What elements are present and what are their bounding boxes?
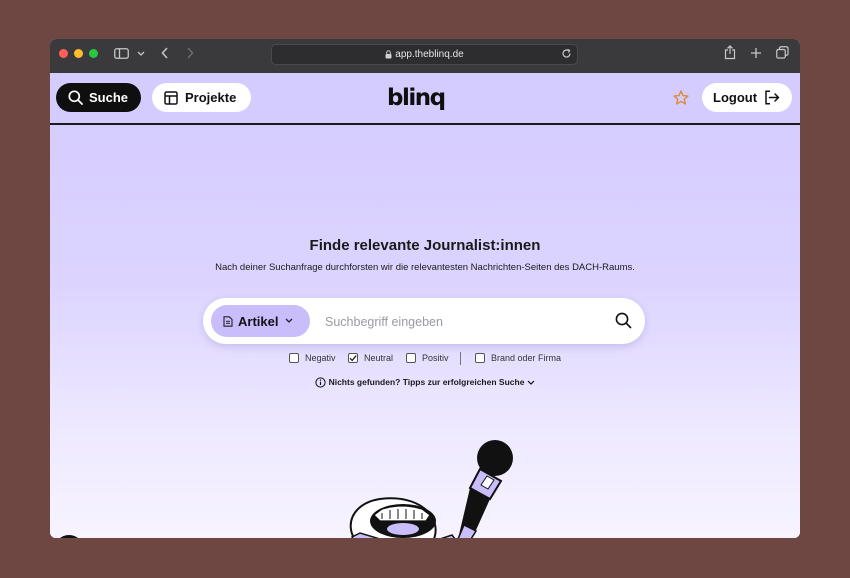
sentiment-filters: Negativ Neutral Positiv Brand oder Firma	[50, 352, 800, 366]
app-header: Suche Projekte blinq Logout	[50, 73, 800, 125]
filter-divider	[460, 352, 461, 365]
browser-window: app.theblinq.de Suche Projekte blinq Log…	[50, 39, 800, 538]
search-input[interactable]	[323, 311, 607, 333]
filter-brand-checkbox[interactable]	[475, 353, 485, 363]
search-nav-label: Suche	[89, 90, 129, 105]
new-tab-icon[interactable]	[750, 47, 762, 59]
reload-icon[interactable]	[561, 48, 572, 59]
star-icon[interactable]	[673, 90, 689, 105]
search-icon	[68, 90, 83, 105]
minimize-window-button[interactable]	[74, 49, 83, 58]
filter-negative-checkbox[interactable]	[289, 353, 299, 363]
search-type-dropdown[interactable]: Artikel	[211, 305, 310, 337]
hero-subtitle: Nach deiner Suchanfrage durchforsten wir…	[215, 262, 635, 273]
url-text: app.theblinq.de	[395, 49, 464, 60]
browser-toolbar: app.theblinq.de	[50, 39, 800, 73]
search-submit-icon[interactable]	[615, 312, 632, 329]
share-icon[interactable]	[724, 45, 736, 60]
search-tips-toggle[interactable]: Nichts gefunden? Tipps zur erfolgreichen…	[50, 377, 800, 388]
chevron-down-icon	[286, 318, 293, 323]
search-bar: Artikel	[203, 298, 645, 344]
microphone-character-illustration	[349, 440, 513, 538]
filter-neutral-checkbox[interactable]	[348, 353, 358, 363]
page-content: Suche Projekte blinq Logout Finde releva…	[50, 73, 800, 538]
tab-overview-icon[interactable]	[776, 46, 789, 59]
projects-nav-button[interactable]: Projekte	[152, 83, 251, 112]
character-icon	[349, 497, 456, 538]
filter-neutral-label: Neutral	[364, 353, 394, 363]
address-bar[interactable]: app.theblinq.de	[271, 44, 578, 65]
filter-positive-label: Positiv	[422, 353, 449, 363]
microphone-icon	[457, 440, 513, 538]
sidebar-icon[interactable]	[114, 48, 129, 59]
info-icon	[315, 377, 326, 388]
svg-text:blinq: blinq	[387, 85, 445, 111]
logout-label: Logout	[713, 90, 758, 105]
hero-title: Finde relevante Journalist:innen	[309, 237, 541, 254]
filter-brand-label: Brand oder Firma	[491, 353, 562, 363]
checkmark-icon	[349, 355, 357, 362]
zoom-window-button[interactable]	[89, 49, 98, 58]
projects-nav-label: Projekte	[185, 90, 237, 105]
lock-icon	[385, 50, 392, 59]
search-nav-button[interactable]: Suche	[56, 83, 141, 112]
forward-icon[interactable]	[186, 47, 194, 59]
logout-button[interactable]: Logout	[702, 83, 792, 112]
chevron-down-icon[interactable]	[137, 51, 145, 57]
chevron-down-icon	[527, 380, 535, 385]
document-icon	[223, 315, 233, 327]
blinq-logo[interactable]: blinq	[387, 85, 460, 111]
filter-positive-checkbox[interactable]	[406, 353, 416, 363]
chat-widget-button[interactable]	[54, 535, 84, 538]
logout-icon	[765, 90, 780, 105]
filter-negative-label: Negativ	[305, 353, 336, 363]
layout-icon	[164, 90, 178, 105]
search-tips-label: Nichts gefunden? Tipps zur erfolgreichen…	[328, 377, 525, 387]
close-window-button[interactable]	[59, 49, 68, 58]
search-type-label: Artikel	[238, 313, 279, 329]
back-icon[interactable]	[161, 47, 169, 59]
